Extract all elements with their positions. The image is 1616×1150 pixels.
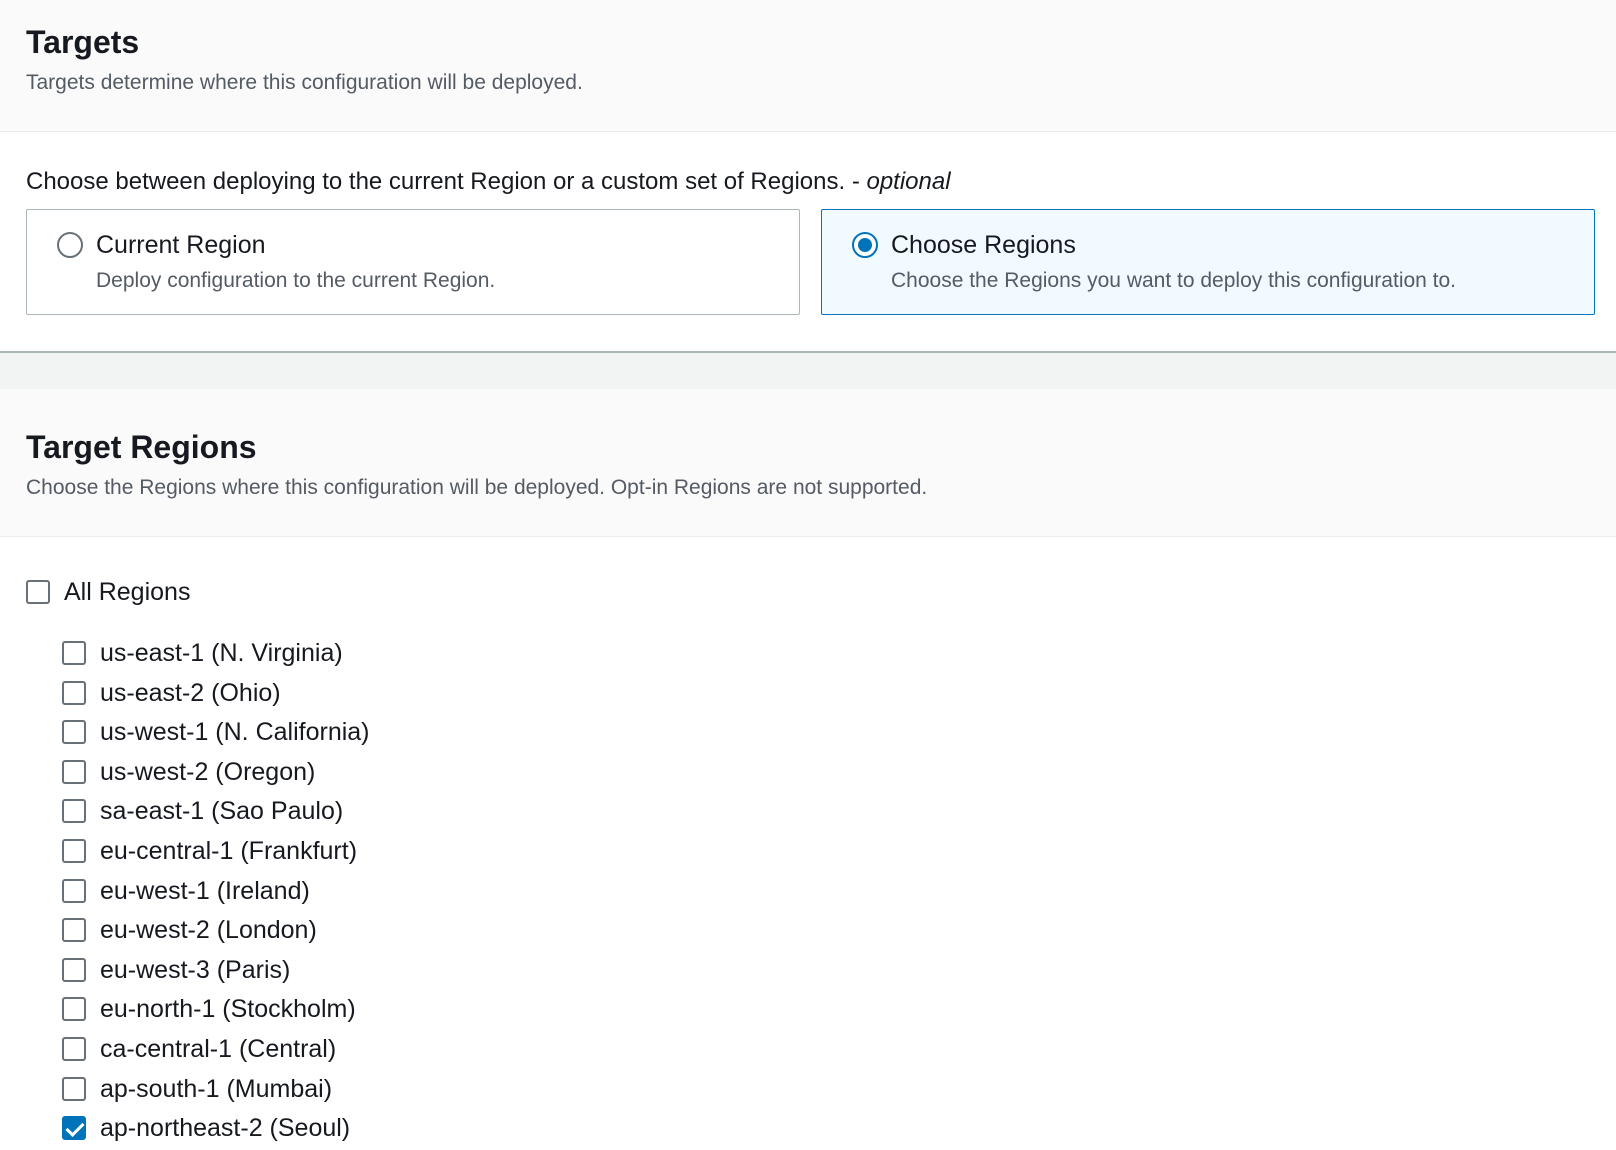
target-regions-description: Choose the Regions where this configurat…	[26, 476, 928, 499]
region-option[interactable]: eu-west-3 (Paris)	[62, 952, 290, 988]
targets-title: Targets	[26, 24, 140, 60]
region-label: us-east-1 (N. Virginia)	[100, 639, 343, 667]
region-label: ca-central-1 (Central)	[100, 1035, 337, 1063]
region-checkbox[interactable]	[62, 918, 86, 942]
region-checkbox[interactable]	[62, 760, 86, 784]
target-regions-title: Target Regions	[26, 429, 257, 465]
current-region-tile[interactable]: Current Region Deploy configuration to t…	[26, 209, 800, 315]
target-regions-header: Target Regions Choose the Regions where …	[0, 389, 1616, 537]
region-label: eu-central-1 (Frankfurt)	[100, 837, 358, 865]
targets-header: Targets Targets determine where this con…	[0, 0, 1616, 132]
region-checkbox[interactable]	[62, 720, 86, 744]
section-divider	[0, 351, 1616, 389]
region-checkbox[interactable]	[62, 997, 86, 1021]
region-option[interactable]: eu-central-1 (Frankfurt)	[62, 833, 357, 869]
region-option[interactable]: us-east-2 (Ohio)	[62, 675, 281, 711]
region-label: eu-west-1 (Ireland)	[100, 877, 310, 905]
region-checkbox[interactable]	[62, 1037, 86, 1061]
region-label: eu-west-2 (London)	[100, 916, 317, 944]
region-option[interactable]: ap-south-1 (Mumbai)	[62, 1071, 332, 1107]
region-checkbox[interactable]	[62, 1116, 86, 1140]
region-checkbox[interactable]	[62, 879, 86, 903]
current-region-description: Deploy configuration to the current Regi…	[96, 269, 496, 292]
region-option[interactable]: eu-north-1 (Stockholm)	[62, 991, 356, 1027]
region-checkbox[interactable]	[62, 799, 86, 823]
choose-regions-tile[interactable]: Choose Regions Choose the Regions you wa…	[821, 209, 1595, 315]
deploy-target-label-text: Choose between deploying to the current …	[26, 168, 860, 195]
region-checkbox[interactable]	[62, 839, 86, 863]
region-label: eu-north-1 (Stockholm)	[100, 995, 356, 1023]
targets-description: Targets determine where this configurati…	[26, 71, 583, 94]
choose-regions-description: Choose the Regions you want to deploy th…	[891, 269, 1457, 292]
region-option[interactable]: us-east-1 (N. Virginia)	[62, 635, 343, 671]
current-region-title: Current Region	[96, 231, 266, 259]
region-label: us-west-1 (N. California)	[100, 718, 370, 746]
current-region-radio[interactable]	[57, 232, 83, 258]
deploy-target-label: Choose between deploying to the current …	[26, 164, 951, 200]
all-regions-option[interactable]: All Regions	[26, 574, 190, 610]
region-option[interactable]: us-west-1 (N. California)	[62, 714, 370, 750]
region-checkbox[interactable]	[62, 958, 86, 982]
region-label: eu-west-3 (Paris)	[100, 956, 291, 984]
region-option[interactable]: eu-west-1 (Ireland)	[62, 873, 310, 909]
region-label: us-west-2 (Oregon)	[100, 758, 316, 786]
target-regions-section: Target Regions Choose the Regions where …	[0, 389, 1616, 537]
optional-tag: optional	[866, 168, 951, 195]
all-regions-checkbox[interactable]	[26, 580, 50, 604]
region-label: ap-northeast-2 (Seoul)	[100, 1114, 351, 1142]
region-checkbox[interactable]	[62, 681, 86, 705]
region-option[interactable]: ap-northeast-2 (Seoul)	[62, 1110, 350, 1146]
region-option[interactable]: us-west-2 (Oregon)	[62, 754, 315, 790]
choose-regions-title: Choose Regions	[891, 231, 1076, 259]
choose-regions-radio[interactable]	[852, 232, 878, 258]
all-regions-label: All Regions	[64, 578, 191, 606]
region-checkbox[interactable]	[62, 1077, 86, 1101]
region-label: sa-east-1 (Sao Paulo)	[100, 797, 344, 825]
region-option[interactable]: eu-west-2 (London)	[62, 912, 317, 948]
region-option[interactable]: ca-central-1 (Central)	[62, 1031, 336, 1067]
region-checkbox[interactable]	[62, 641, 86, 665]
region-option[interactable]: sa-east-1 (Sao Paulo)	[62, 793, 343, 829]
region-label: ap-south-1 (Mumbai)	[100, 1075, 333, 1103]
region-label: us-east-2 (Ohio)	[100, 679, 281, 707]
